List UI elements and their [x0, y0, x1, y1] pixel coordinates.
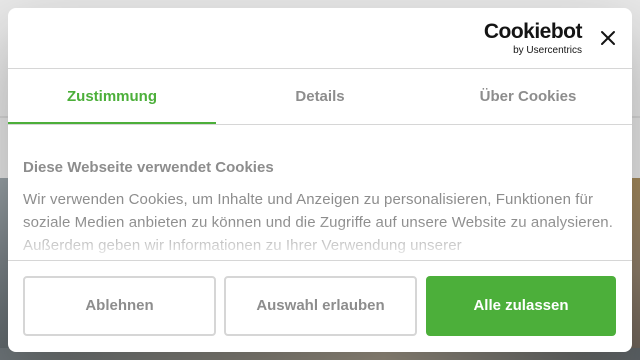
cookie-consent-dialog: Cookiebot by Usercentrics Zustimmung Det… — [8, 8, 632, 352]
cookiebot-logo: Cookiebot by Usercentrics — [478, 20, 583, 56]
close-icon — [601, 31, 615, 45]
dialog-footer: Ablehnen Auswahl erlauben Alle zulassen — [8, 261, 632, 352]
tab-label: Zustimmung — [67, 88, 157, 105]
close-button[interactable] — [596, 26, 620, 50]
allow-all-button[interactable]: Alle zulassen — [426, 276, 616, 336]
tab-details[interactable]: Details — [216, 69, 424, 124]
allow-selection-button[interactable]: Auswahl erlauben — [224, 276, 417, 336]
dialog-header: Cookiebot by Usercentrics — [8, 8, 632, 68]
content-fade-overlay — [8, 222, 632, 260]
tab-ueber-cookies[interactable]: Über Cookies — [424, 69, 632, 124]
tab-label: Details — [295, 88, 345, 105]
logo-subtext: by Usercentrics — [513, 45, 582, 56]
tab-zustimmung[interactable]: Zustimmung — [8, 69, 216, 124]
tab-bar: Zustimmung Details Über Cookies — [8, 69, 632, 124]
tab-label: Über Cookies — [479, 88, 577, 105]
decline-button[interactable]: Ablehnen — [23, 276, 216, 336]
logo-wordmark: Cookiebot — [483, 20, 583, 43]
content-heading: Diese Webseite verwendet Cookies — [23, 159, 274, 176]
consent-content: Diese Webseite verwendet Cookies Wir ver… — [8, 125, 632, 260]
